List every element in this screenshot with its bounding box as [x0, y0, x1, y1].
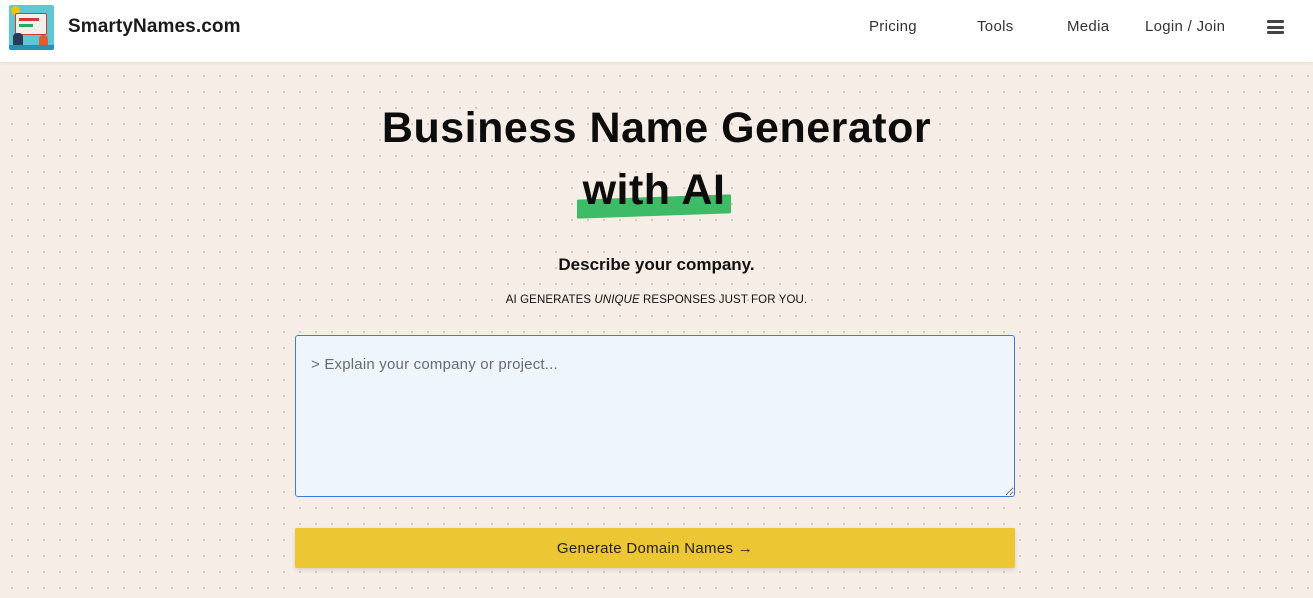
generate-domain-names-button[interactable]: Generate Domain Names → — [295, 528, 1015, 568]
nav-link-tools[interactable]: Tools — [977, 18, 1014, 35]
page-title-line2: with AI — [582, 166, 726, 214]
tagline-pre: AI GENERATES — [505, 294, 595, 306]
hamburger-menu-icon[interactable] — [1267, 20, 1284, 34]
site-logo[interactable] — [9, 5, 54, 50]
tagline: AI GENERATES UNIQUE RESPONSES JUST FOR Y… — [0, 294, 1313, 306]
nav-link-media[interactable]: Media — [1067, 18, 1109, 35]
brand-name-link[interactable]: SmartyNames.com — [68, 16, 241, 38]
subtitle: Describe your company. — [558, 255, 755, 274]
nav-link-login-join[interactable]: Login / Join — [1145, 18, 1225, 35]
page-title-highlight-line: with AI — [576, 166, 732, 222]
company-description-input[interactable] — [295, 335, 1015, 497]
page-title: Business Name Generator — [381, 104, 932, 152]
tagline-emphasis: UNIQUE — [594, 294, 640, 306]
top-navbar: SmartyNames.com Pricing Tools Media Logi… — [0, 0, 1313, 62]
tagline-post: RESPONSES JUST FOR YOU. — [639, 294, 808, 306]
nav-link-pricing[interactable]: Pricing — [869, 18, 917, 35]
